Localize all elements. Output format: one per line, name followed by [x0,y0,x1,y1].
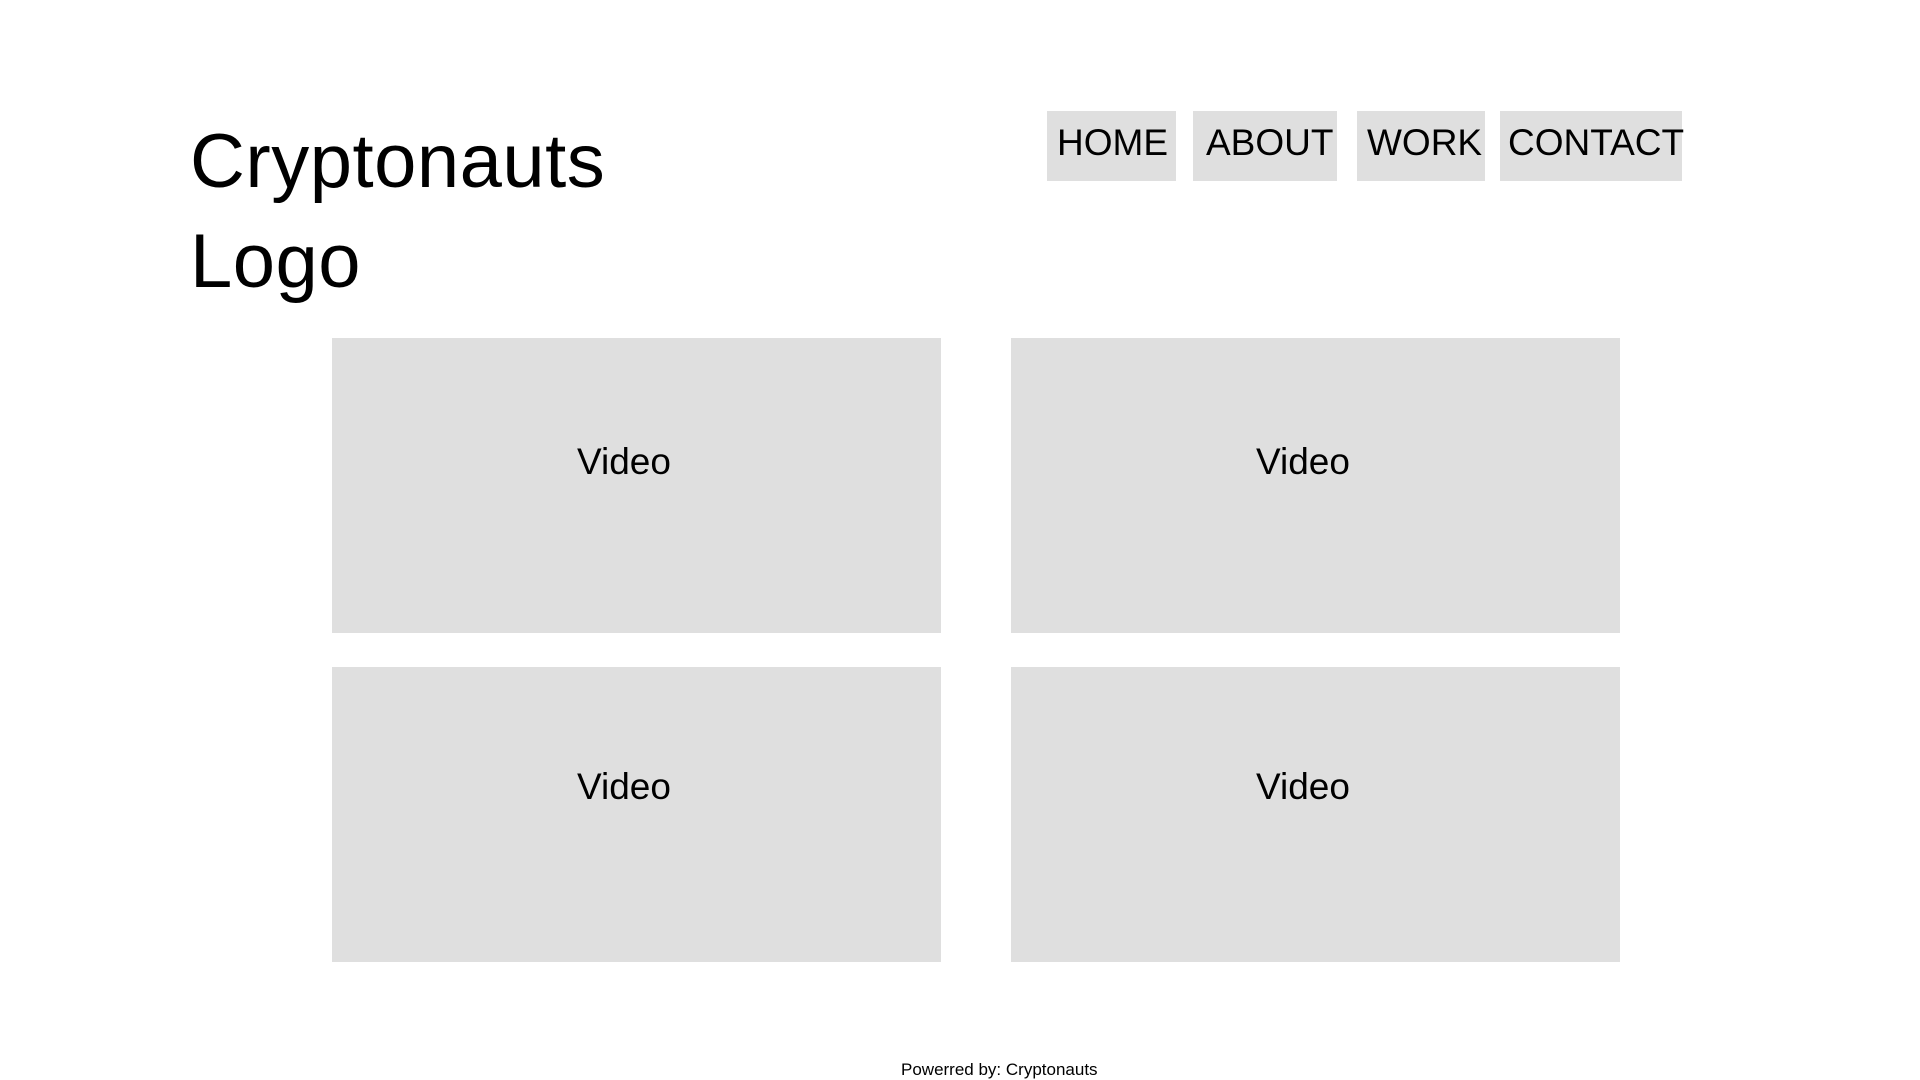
page: Cryptonauts Logo HOME ABOUT WORK CONTACT… [0,0,1920,1080]
video-placeholder-2[interactable]: Video [1011,338,1620,633]
video-label: Video [1256,766,1350,807]
video-placeholder-4[interactable]: Video [1011,667,1620,962]
footer-credit: Powerred by: Cryptonauts [901,1060,1098,1079]
nav-contact-button[interactable]: CONTACT [1500,111,1684,181]
video-label: Video [1256,441,1350,482]
video-label: Video [577,441,671,482]
nav-about-button[interactable]: ABOUT [1193,111,1337,181]
nav-home-button[interactable]: HOME [1047,111,1176,181]
nav-work-button[interactable]: WORK [1357,111,1485,181]
video-label: Video [577,766,671,807]
site-logo[interactable]: Cryptonauts Logo [190,112,710,312]
video-placeholder-1[interactable]: Video [332,338,941,633]
video-placeholder-3[interactable]: Video [332,667,941,962]
